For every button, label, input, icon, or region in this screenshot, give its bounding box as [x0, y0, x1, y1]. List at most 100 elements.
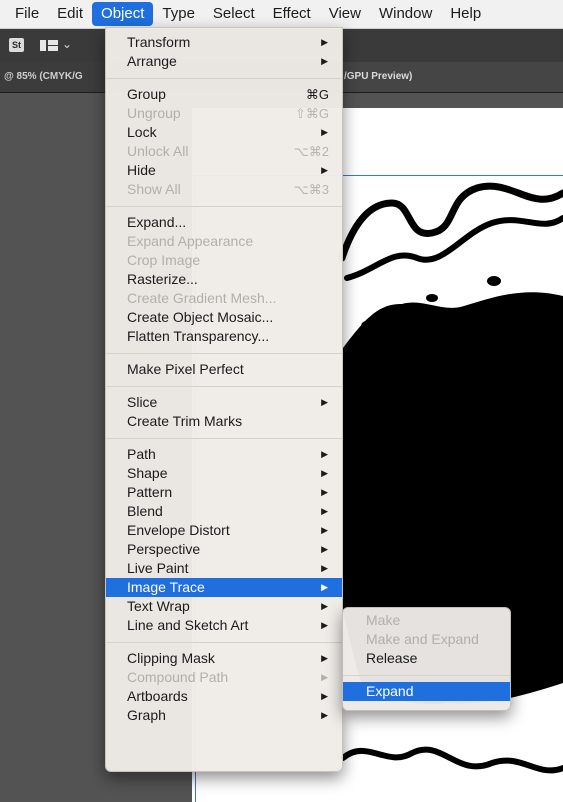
menu-item-label: Create Gradient Mesh...	[127, 290, 277, 306]
menubar-item-view[interactable]: View	[320, 2, 370, 26]
menu-item-perspective[interactable]: Perspective ▶	[106, 540, 342, 559]
menu-item-crop-image: Crop Image	[106, 251, 342, 270]
menu-item-label: Expand	[366, 683, 414, 699]
menu-item-label: Ungroup	[127, 105, 181, 121]
menu-shortcut: ⇧⌘G	[294, 106, 329, 121]
menu-item-label: Text Wrap	[127, 598, 190, 614]
menu-separator	[106, 438, 342, 439]
menu-item-group[interactable]: Group ⌘G	[106, 85, 342, 104]
submenu-arrow-icon: ▶	[321, 601, 328, 611]
menu-item-create-gradient-mesh: Create Gradient Mesh...	[106, 289, 342, 308]
menu-item-label: Expand...	[127, 214, 187, 230]
menu-separator	[106, 206, 342, 207]
menu-item-envelope-distort[interactable]: Envelope Distort ▶	[106, 521, 342, 540]
menu-item-label: Slice	[127, 394, 158, 410]
menu-item-live-paint[interactable]: Live Paint ▶	[106, 559, 342, 578]
menu-item-graph[interactable]: Graph ▶	[106, 706, 342, 725]
menubar-item-effect[interactable]: Effect	[264, 2, 320, 26]
workspace-icon[interactable]	[40, 40, 58, 51]
ink-swirl-stroke-bottom	[340, 746, 563, 774]
menu-item-label: Crop Image	[127, 252, 201, 268]
submenu-arrow-icon: ▶	[321, 506, 328, 516]
menu-item-label: Make Pixel Perfect	[127, 361, 244, 377]
menu-item-label: Transform	[127, 34, 191, 50]
menubar-item-edit[interactable]: Edit	[48, 2, 92, 26]
submenu-arrow-icon: ▶	[321, 37, 328, 47]
menu-item-path[interactable]: Path ▶	[106, 445, 342, 464]
menu-item-label: Envelope Distort	[127, 522, 230, 538]
submenu-arrow-icon: ▶	[321, 582, 328, 592]
menu-item-transform[interactable]: Transform ▶	[106, 33, 342, 52]
menu-item-artboards[interactable]: Artboards ▶	[106, 687, 342, 706]
menu-item-arrange[interactable]: Arrange ▶	[106, 52, 342, 71]
chevron-down-icon[interactable]: ⌄	[62, 37, 72, 51]
menu-item-label: Create Trim Marks	[127, 413, 243, 429]
menubar-item-help[interactable]: Help	[441, 2, 490, 26]
menu-item-text-wrap[interactable]: Text Wrap ▶	[106, 597, 342, 616]
submenu-item-make-and-expand: Make and Expand	[343, 630, 510, 649]
menu-item-slice[interactable]: Slice ▶	[106, 393, 342, 412]
menu-item-label: Artboards	[127, 688, 188, 704]
menu-item-label: Rasterize...	[127, 271, 198, 287]
menu-separator	[106, 642, 342, 643]
menu-shortcut: ⌥⌘2	[293, 144, 329, 159]
menu-separator	[343, 675, 510, 676]
menu-shortcut: ⌥⌘3	[293, 182, 329, 197]
submenu-arrow-icon: ▶	[321, 56, 328, 66]
stock-icon[interactable]: St	[9, 38, 24, 52]
submenu-arrow-icon: ▶	[321, 672, 328, 682]
menu-item-label: Flatten Transparency...	[127, 328, 270, 344]
menubar-item-object[interactable]: Object	[92, 2, 154, 26]
menu-item-clipping-mask[interactable]: Clipping Mask ▶	[106, 649, 342, 668]
menu-item-label: Compound Path	[127, 669, 229, 685]
menu-separator	[106, 78, 342, 79]
menu-item-pattern[interactable]: Pattern ▶	[106, 483, 342, 502]
document-tab[interactable]: @ 85% (CMYK/G	[0, 62, 105, 92]
menu-item-create-object-mosaic[interactable]: Create Object Mosaic...	[106, 308, 342, 327]
ink-splatter	[426, 294, 438, 302]
submenu-arrow-icon: ▶	[321, 710, 328, 720]
menubar-item-type[interactable]: Type	[153, 2, 204, 26]
menu-item-label: Make and Expand	[366, 631, 479, 647]
menu-item-label: Unlock All	[127, 143, 189, 159]
menu-item-label: Create Object Mosaic...	[127, 309, 274, 325]
menu-item-create-trim-marks[interactable]: Create Trim Marks	[106, 412, 342, 431]
menu-item-label: Pattern	[127, 484, 173, 500]
menu-item-flatten-transparency[interactable]: Flatten Transparency...	[106, 327, 342, 346]
ink-splatter	[361, 320, 379, 332]
menu-item-label: Clipping Mask	[127, 650, 215, 666]
menu-item-make-pixel-perfect[interactable]: Make Pixel Perfect	[106, 360, 342, 379]
menubar-item-select[interactable]: Select	[204, 2, 264, 26]
submenu-arrow-icon: ▶	[321, 487, 328, 497]
submenu-item-expand[interactable]: Expand	[343, 682, 510, 701]
menu-item-label: Image Trace	[127, 579, 205, 595]
document-tab-title[interactable]: /GPU Preview)	[342, 62, 563, 92]
submenu-arrow-icon: ▶	[321, 525, 328, 535]
image-trace-submenu: Make Make and Expand Release Expand	[342, 607, 511, 711]
menu-item-hide[interactable]: Hide ▶	[106, 161, 342, 180]
menu-item-blend[interactable]: Blend ▶	[106, 502, 342, 521]
menu-item-label: Release	[366, 650, 418, 666]
menu-item-lock[interactable]: Lock ▶	[106, 123, 342, 142]
menu-item-expand[interactable]: Expand...	[106, 213, 342, 232]
menu-item-image-trace[interactable]: Image Trace ▶	[106, 578, 342, 597]
menubar-item-window[interactable]: Window	[370, 2, 441, 26]
menubar-item-file[interactable]: File	[0, 2, 48, 26]
submenu-arrow-icon: ▶	[321, 165, 328, 175]
menu-separator	[106, 353, 342, 354]
submenu-arrow-icon: ▶	[321, 563, 328, 573]
submenu-arrow-icon: ▶	[321, 620, 328, 630]
menu-item-rasterize[interactable]: Rasterize...	[106, 270, 342, 289]
menu-item-shape[interactable]: Shape ▶	[106, 464, 342, 483]
menu-item-compound-path: Compound Path ▶	[106, 668, 342, 687]
submenu-item-release[interactable]: Release	[343, 649, 510, 668]
menu-item-line-and-sketch-art[interactable]: Line and Sketch Art ▶	[106, 616, 342, 635]
menu-item-show-all: Show All ⌥⌘3	[106, 180, 342, 199]
menu-item-label: Perspective	[127, 541, 201, 557]
menu-item-label: Expand Appearance	[127, 233, 254, 249]
menu-item-label: Graph	[127, 707, 166, 723]
ink-splatter	[487, 276, 501, 286]
menu-bar: File Edit Object Type Select Effect View Window…	[0, 0, 563, 29]
submenu-arrow-icon: ▶	[321, 127, 328, 137]
submenu-arrow-icon: ▶	[321, 653, 328, 663]
